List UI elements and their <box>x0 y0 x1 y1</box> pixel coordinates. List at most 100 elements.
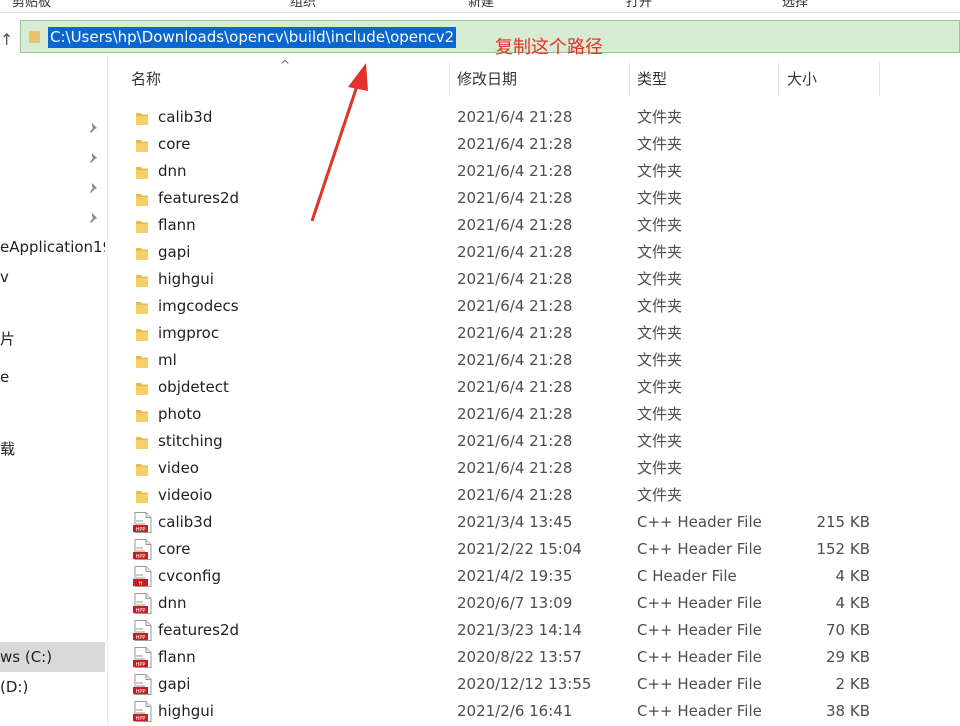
nav-item-e[interactable]: e <box>0 368 9 386</box>
file-row[interactable]: highgui 2021/6/4 21:28 文件夹 <box>128 266 888 293</box>
file-row[interactable]: gapi 2021/6/4 21:28 文件夹 <box>128 239 888 266</box>
pin-icon[interactable] <box>88 122 100 134</box>
svg-text:HPP: HPP <box>136 608 146 614</box>
file-date: 2021/6/4 21:28 <box>457 135 573 153</box>
file-name: core <box>158 135 191 153</box>
folder-icon <box>29 31 40 43</box>
file-date: 2021/6/4 21:28 <box>457 270 573 288</box>
file-type: 文件夹 <box>637 324 683 342</box>
column-header-type[interactable]: 类型 <box>637 62 667 96</box>
folder-icon <box>136 246 148 260</box>
file-row[interactable]: HPP highgui 2021/2/6 16:41 C++ Header File 3… <box>128 698 888 725</box>
file-size: 4 KB <box>835 567 870 585</box>
column-header-date[interactable]: 修改日期 <box>457 62 517 96</box>
ribbon-label-open[interactable]: 打开 <box>626 0 652 10</box>
file-type: 文件夹 <box>637 351 683 369</box>
file-date: 2021/6/4 21:28 <box>457 297 573 315</box>
ribbon-label-select[interactable]: 选择 <box>782 0 808 10</box>
ribbon-strip: 剪贴板 组织 新建 打开 选择 <box>0 0 960 13</box>
file-row[interactable]: HPP dnn 2020/6/7 13:09 C++ Header File 4 KB <box>128 590 888 617</box>
svg-text:HPP: HPP <box>136 689 146 695</box>
file-row[interactable]: HPP core 2021/2/22 15:04 C++ Header File 152… <box>128 536 888 563</box>
file-name: features2d <box>158 189 240 207</box>
file-row[interactable]: core 2021/6/4 21:28 文件夹 <box>128 131 888 158</box>
column-separator[interactable] <box>879 62 880 96</box>
file-date: 2020/6/7 13:09 <box>457 594 573 612</box>
file-name: cvconfig <box>158 567 222 585</box>
file-date: 2021/3/4 13:45 <box>457 513 573 531</box>
file-date: 2020/12/12 13:55 <box>457 675 592 693</box>
file-row[interactable]: calib3d 2021/6/4 21:28 文件夹 <box>128 104 888 131</box>
svg-text:H: H <box>139 581 143 587</box>
file-row[interactable]: HPP calib3d 2021/3/4 13:45 C++ Header File 2… <box>128 509 888 536</box>
folder-icon <box>136 408 148 422</box>
file-name: stitching <box>158 432 223 450</box>
column-separator[interactable] <box>449 62 450 96</box>
file-row[interactable]: Hcvconfig 2021/4/2 19:35 C Header File 4 KB <box>128 563 888 590</box>
file-date: 2021/6/4 21:28 <box>457 324 573 342</box>
column-separator[interactable] <box>629 62 630 96</box>
file-row[interactable]: imgcodecs 2021/6/4 21:28 文件夹 <box>128 293 888 320</box>
file-row[interactable]: photo 2021/6/4 21:28 文件夹 <box>128 401 888 428</box>
h-file-icon: H <box>133 566 152 587</box>
file-name: calib3d <box>158 108 213 126</box>
column-header-size[interactable]: 大小 <box>787 62 817 96</box>
file-date: 2021/6/4 21:28 <box>457 486 573 504</box>
file-name: dnn <box>158 594 187 612</box>
ribbon-label-clipboard[interactable]: 剪贴板 <box>12 0 51 10</box>
column-separator[interactable] <box>778 62 779 96</box>
file-row[interactable]: imgproc 2021/6/4 21:28 文件夹 <box>128 320 888 347</box>
folder-icon <box>136 273 148 287</box>
file-name: features2d <box>158 621 240 639</box>
file-row[interactable]: flann 2021/6/4 21:28 文件夹 <box>128 212 888 239</box>
svg-text:HPP: HPP <box>136 662 146 668</box>
file-row[interactable]: features2d 2021/6/4 21:28 文件夹 <box>128 185 888 212</box>
file-type: C++ Header File <box>637 540 762 558</box>
annotation-text: 复制这个路径 <box>495 37 603 58</box>
nav-item-drive-d[interactable]: (D:) <box>0 678 28 696</box>
file-type: 文件夹 <box>637 270 683 288</box>
file-row[interactable]: video 2021/6/4 21:28 文件夹 <box>128 455 888 482</box>
nav-item-pictures[interactable]: 片 <box>0 328 15 349</box>
folder-icon <box>136 327 148 341</box>
file-type: 文件夹 <box>637 135 683 153</box>
file-row[interactable]: videoio 2021/6/4 21:28 文件夹 <box>128 482 888 509</box>
hpp-file-icon: HPP <box>133 620 152 641</box>
folder-icon <box>136 192 148 206</box>
nav-item-downloads[interactable]: 载 <box>0 438 15 459</box>
file-row[interactable]: ml 2021/6/4 21:28 文件夹 <box>128 347 888 374</box>
folder-icon <box>136 435 148 449</box>
file-row[interactable]: stitching 2021/6/4 21:28 文件夹 <box>128 428 888 455</box>
folder-icon <box>136 381 148 395</box>
file-type: C++ Header File <box>637 513 762 531</box>
file-row[interactable]: objdetect 2021/6/4 21:28 文件夹 <box>128 374 888 401</box>
ribbon-label-new[interactable]: 新建 <box>468 0 494 10</box>
ribbon-label-organize[interactable]: 组织 <box>290 0 316 10</box>
file-name: core <box>158 540 191 558</box>
pin-icon[interactable] <box>88 212 100 224</box>
address-bar[interactable]: C:\Users\hp\Downloads\opencv\build\inclu… <box>20 20 960 53</box>
folder-icon <box>136 138 148 152</box>
pane-divider[interactable] <box>107 56 108 726</box>
file-size: 152 KB <box>816 540 870 558</box>
svg-text:HPP: HPP <box>136 635 146 641</box>
file-type: C++ Header File <box>637 648 762 666</box>
nav-item-drive-c[interactable]: ws (C:) <box>0 642 105 672</box>
nav-item-v[interactable]: v <box>0 268 9 286</box>
file-row[interactable]: HPP flann 2020/8/22 13:57 C++ Header File 29… <box>128 644 888 671</box>
up-arrow-icon[interactable]: ↑ <box>0 30 14 50</box>
column-header-name[interactable]: 名称 <box>131 62 161 96</box>
file-row[interactable]: HPP features2d 2021/3/23 14:14 C++ Header F… <box>128 617 888 644</box>
file-type: 文件夹 <box>637 162 683 180</box>
pin-icon[interactable] <box>88 182 100 194</box>
address-path-input[interactable]: C:\Users\hp\Downloads\opencv\build\inclu… <box>48 27 457 48</box>
file-row[interactable]: HPP gapi 2020/12/12 13:55 C++ Header File 2 … <box>128 671 888 698</box>
pin-icon[interactable] <box>88 152 100 164</box>
file-date: 2021/3/23 14:14 <box>457 621 582 639</box>
nav-item-application[interactable]: eApplication19 <box>0 238 105 256</box>
file-type: 文件夹 <box>637 486 683 504</box>
file-name: imgcodecs <box>158 297 239 315</box>
file-date: 2021/6/4 21:28 <box>457 189 573 207</box>
file-name: gapi <box>158 243 191 261</box>
file-row[interactable]: dnn 2021/6/4 21:28 文件夹 <box>128 158 888 185</box>
